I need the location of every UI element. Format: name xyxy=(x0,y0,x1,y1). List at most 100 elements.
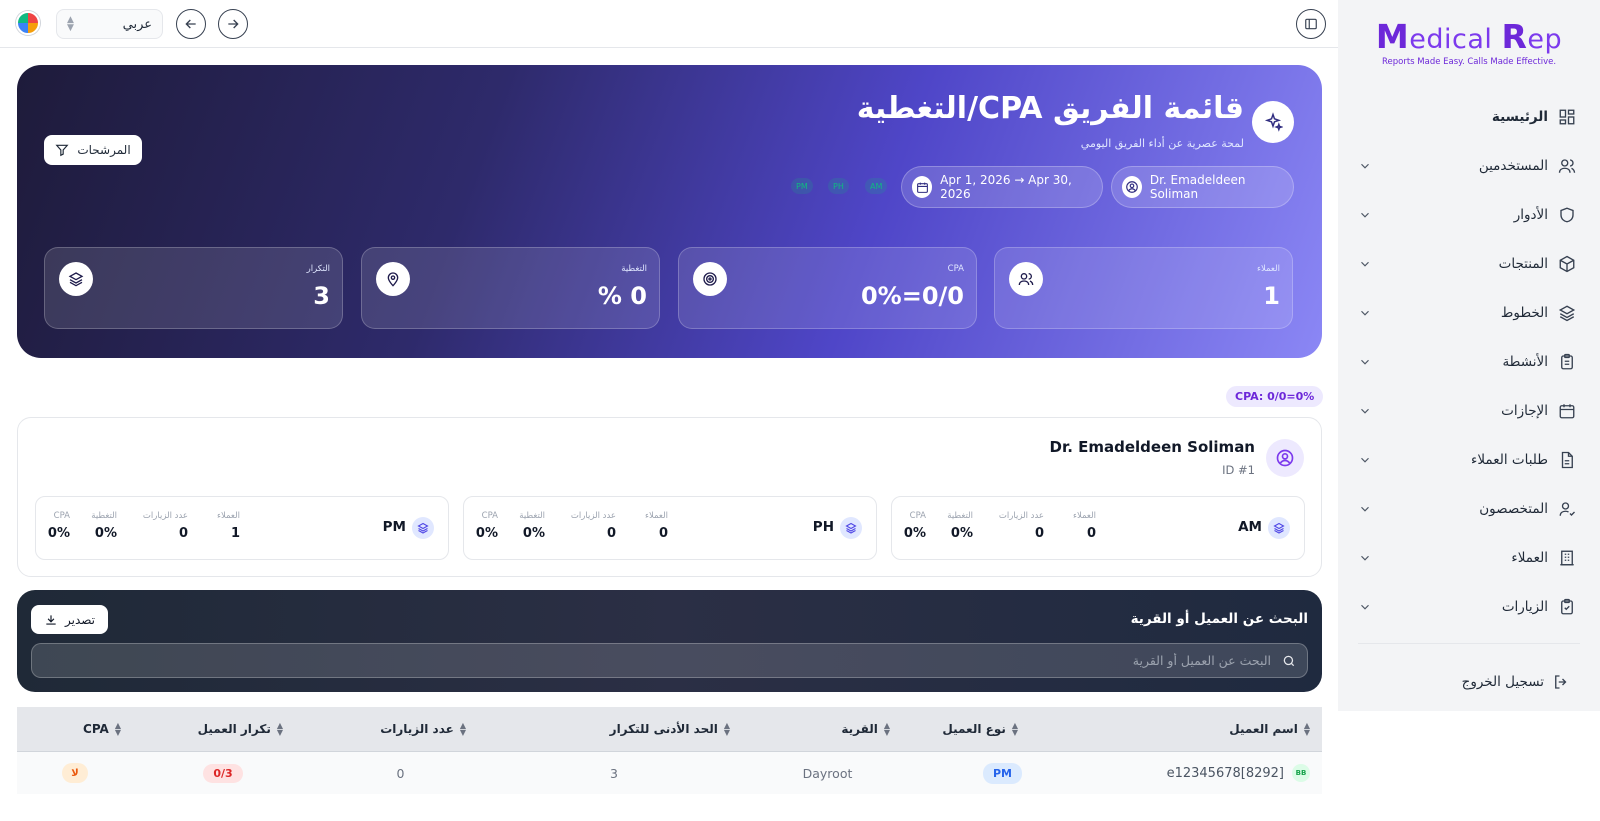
user-check-icon xyxy=(1558,500,1576,518)
sidebar-item-label: الرئيسية xyxy=(1491,108,1548,125)
search-field[interactable] xyxy=(31,643,1308,678)
sidebar-item-home[interactable]: الرئيسية xyxy=(1338,92,1600,141)
sidebar-item-specialists[interactable]: المتخصصون xyxy=(1338,484,1600,533)
client-badge: BB xyxy=(1292,764,1310,782)
segment-card-ph: PH العملاء 0 عدد الزيارات 0 التغطية 0% CPA 0… xyxy=(463,496,877,560)
language-select[interactable]: ▲ ▼ عربي xyxy=(56,9,163,39)
sidebar-item-leaves[interactable]: الإجازات xyxy=(1338,386,1600,435)
sidebar-toggle-button[interactable] xyxy=(1296,9,1326,39)
col-value: 0% xyxy=(950,526,973,541)
search-input[interactable] xyxy=(32,644,1307,677)
col-header-client-type[interactable]: ▲ ▼ نوع العميل xyxy=(915,707,1090,751)
target-icon xyxy=(693,262,727,296)
clipboard-icon xyxy=(1558,353,1576,371)
rep-filter-label: Dr. Emadeldeen Soliman xyxy=(1149,173,1246,201)
chip-ph[interactable]: PH xyxy=(828,178,849,194)
stat-label: CPA xyxy=(947,264,964,274)
chevron-down-icon xyxy=(1358,453,1372,467)
box-icon xyxy=(1558,255,1576,273)
segment-card-pm: PM العملاء 1 عدد الزيارات 0 التغطية 0% CPA 0… xyxy=(35,496,449,560)
sidebar-item-users[interactable]: المستخدمين xyxy=(1338,141,1600,190)
segment-clients: العملاء 1 xyxy=(217,511,240,541)
village-value: Dayroot xyxy=(802,765,853,781)
date-range-label: Apr 1, 2026 → Apr 30, 2026 xyxy=(940,173,1072,201)
col-label: التغطية xyxy=(91,511,117,521)
export-button[interactable]: تصدير xyxy=(31,605,108,634)
sidebar-item-client-requests[interactable]: طلبات العملاء xyxy=(1338,435,1600,484)
min-frequency-value: 3 xyxy=(610,765,618,781)
search-panel: البحث عن العميل أو القرية تصدير xyxy=(17,590,1322,692)
layers-icon xyxy=(1268,517,1290,539)
filters-button[interactable]: المرشحات xyxy=(44,135,142,165)
cell-client-type: PM xyxy=(915,752,1090,794)
stat-value: 1 xyxy=(1263,282,1280,310)
user-circle-icon xyxy=(1122,176,1142,198)
chip-am[interactable]: AM xyxy=(865,178,888,194)
sidebar-item-products[interactable]: المنتجات xyxy=(1338,239,1600,288)
col-header-label: تكرار العميل xyxy=(197,722,271,736)
segment-card-am: AM العملاء 0 عدد الزيارات 0 التغطية 0% CPA 0… xyxy=(891,496,1305,560)
col-header-label: اسم العميل xyxy=(1229,722,1298,736)
col-header-min-frequency[interactable]: ▲ ▼ الحد الأدنى للتكرار xyxy=(488,707,740,751)
col-label: العملاء xyxy=(644,511,668,521)
sidebar-item-label: الخطوط xyxy=(1500,304,1548,321)
arrow-right-icon xyxy=(225,16,241,32)
segment-name: PH xyxy=(812,519,834,535)
sidebar-nav: الرئيسية المستخدمين الأدوار المنتجات الخ… xyxy=(1338,92,1600,631)
shield-icon xyxy=(1558,206,1576,224)
col-header-label: القرية xyxy=(841,722,878,736)
back-button[interactable] xyxy=(176,9,206,39)
sort-icon: ▲ ▼ xyxy=(114,721,121,737)
col-value: 0% xyxy=(475,526,498,541)
col-value: 0% xyxy=(47,526,70,541)
search-panel-title: البحث عن العميل أو القرية xyxy=(1130,611,1308,627)
sidebar-item-label: المتخصصون xyxy=(1479,500,1548,517)
logout-button[interactable]: تسجيل الخروج xyxy=(1338,658,1600,706)
segment-clients: العملاء 0 xyxy=(1073,511,1096,541)
user-avatar[interactable] xyxy=(16,11,40,35)
col-value: 0% xyxy=(903,526,926,541)
stat-card-frequency: التكرار 3 xyxy=(44,247,343,329)
calendar-icon xyxy=(1558,402,1576,420)
sidebar-item-lines[interactable]: الخطوط xyxy=(1338,288,1600,337)
select-arrows-icon: ▲ ▼ xyxy=(67,15,74,33)
brand-letter-r: R xyxy=(1501,17,1528,56)
col-header-client-name[interactable]: ▲ ▼ اسم العميل xyxy=(1090,707,1322,751)
date-range-pill[interactable]: Apr 1, 2026 → Apr 30, 2026 xyxy=(901,166,1103,208)
chip-pm[interactable]: PM xyxy=(791,178,813,194)
layers-icon xyxy=(59,262,93,296)
table-row[interactable]: BB e12345678[8292] PM Dayroot 3 0 0/3 لا xyxy=(17,752,1322,794)
sidebar-item-activities[interactable]: الأنشطة xyxy=(1338,337,1600,386)
brand-text-1: edical xyxy=(1409,24,1502,55)
page-title: قائمة الفريق CPA/التغطية xyxy=(856,91,1244,126)
page-subtitle: لمحة عصرية عن أداء الفريق اليومي xyxy=(1080,137,1244,150)
brand-logo[interactable]: Medical Rep Reports Made Easy. Calls Mad… xyxy=(1338,0,1600,92)
forward-button[interactable] xyxy=(218,9,248,39)
col-header-visits[interactable]: ▲ ▼ عدد الزيارات xyxy=(313,707,488,751)
chevron-down-icon xyxy=(1358,404,1372,418)
sidebar: Medical Rep Reports Made Easy. Calls Mad… xyxy=(1338,0,1600,711)
segment-cpa: CPA 0% xyxy=(48,511,70,541)
stat-card-coverage: التغطية % 0 xyxy=(361,247,660,329)
col-label: العملاء xyxy=(216,511,240,521)
rep-card: Dr. Emadeldeen Soliman ID #1 AM العملاء 0… xyxy=(17,417,1322,577)
chevron-down-icon xyxy=(1358,257,1372,271)
col-header-label: الحد الأدنى للتكرار xyxy=(609,722,718,736)
sidebar-item-roles[interactable]: الأدوار xyxy=(1338,190,1600,239)
arrow-left-icon xyxy=(183,16,199,32)
col-header-village[interactable]: ▲ ▼ القرية xyxy=(740,707,915,751)
col-label: التغطية xyxy=(947,511,973,521)
rep-filter-pill[interactable]: Dr. Emadeldeen Soliman xyxy=(1111,166,1294,208)
col-header-client-frequency[interactable]: ▲ ▼ تكرار العميل xyxy=(133,707,313,751)
sort-icon: ▲ ▼ xyxy=(1303,721,1310,737)
col-header-cpa[interactable]: ▲ ▼ CPA xyxy=(17,707,133,751)
chevron-down-icon xyxy=(1358,551,1372,565)
sidebar-item-visits[interactable]: الزيارات xyxy=(1338,582,1600,631)
language-value: عربي xyxy=(122,16,152,32)
client-name: e12345678[8292] xyxy=(1166,765,1284,781)
sidebar-item-clients[interactable]: العملاء xyxy=(1338,533,1600,582)
chevron-down-icon xyxy=(1358,502,1372,516)
cell-client-frequency: 0/3 xyxy=(133,752,313,794)
sidebar-item-label: الإجازات xyxy=(1501,402,1548,419)
calendar-icon xyxy=(912,176,933,198)
